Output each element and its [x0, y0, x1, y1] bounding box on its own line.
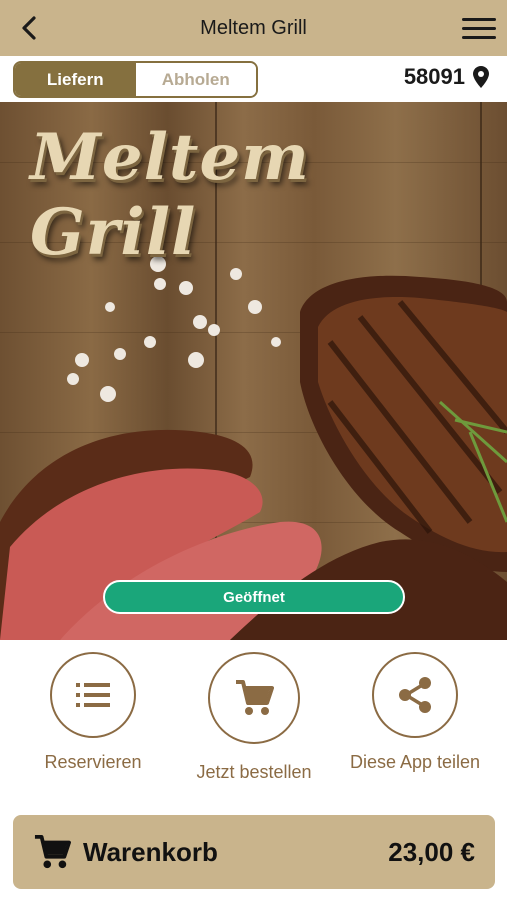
- restaurant-logo: Meltem Grill: [30, 120, 310, 270]
- list-icon: [76, 683, 110, 707]
- hero-image: Meltem Grill Geöffnet: [0, 102, 507, 640]
- share-icon: [399, 677, 431, 713]
- location-pin-icon: [473, 66, 489, 88]
- location-selector[interactable]: 58091: [404, 64, 489, 90]
- reserve-label: Reservieren: [44, 752, 142, 772]
- menu-button[interactable]: [461, 12, 497, 44]
- status-badge: Geöffnet: [103, 580, 405, 614]
- chevron-left-icon: [22, 16, 36, 40]
- back-button[interactable]: [14, 12, 44, 44]
- header-bar: Meltem Grill: [0, 0, 507, 56]
- page-title: Meltem Grill: [200, 16, 307, 39]
- order-now-label: Jetzt bestellen: [196, 762, 312, 782]
- hamburger-menu-icon: [462, 17, 496, 21]
- share-app-button[interactable]: Diese App teilen: [335, 652, 495, 773]
- reserve-button[interactable]: Reservieren: [13, 652, 173, 773]
- cart-total: 23,00 €: [388, 836, 475, 867]
- order-mode-toggle: Liefern Abholen: [13, 61, 258, 98]
- cart-bar[interactable]: Warenkorb 23,00 €: [13, 815, 495, 889]
- shopping-cart-icon: [236, 680, 274, 715]
- share-app-label: Diese App teilen: [349, 752, 481, 772]
- tab-abholen[interactable]: Abholen: [135, 63, 256, 96]
- order-mode-bar: Liefern Abholen 58091: [0, 56, 507, 102]
- shopping-cart-icon: [34, 834, 71, 869]
- tab-liefern[interactable]: Liefern: [15, 63, 136, 96]
- action-row: Reservieren Jetzt bestellen Diese App te…: [0, 640, 507, 810]
- zip-code: 58091: [403, 64, 465, 89]
- order-now-button[interactable]: Jetzt bestellen: [174, 652, 334, 783]
- cart-label: Warenkorb: [83, 836, 218, 867]
